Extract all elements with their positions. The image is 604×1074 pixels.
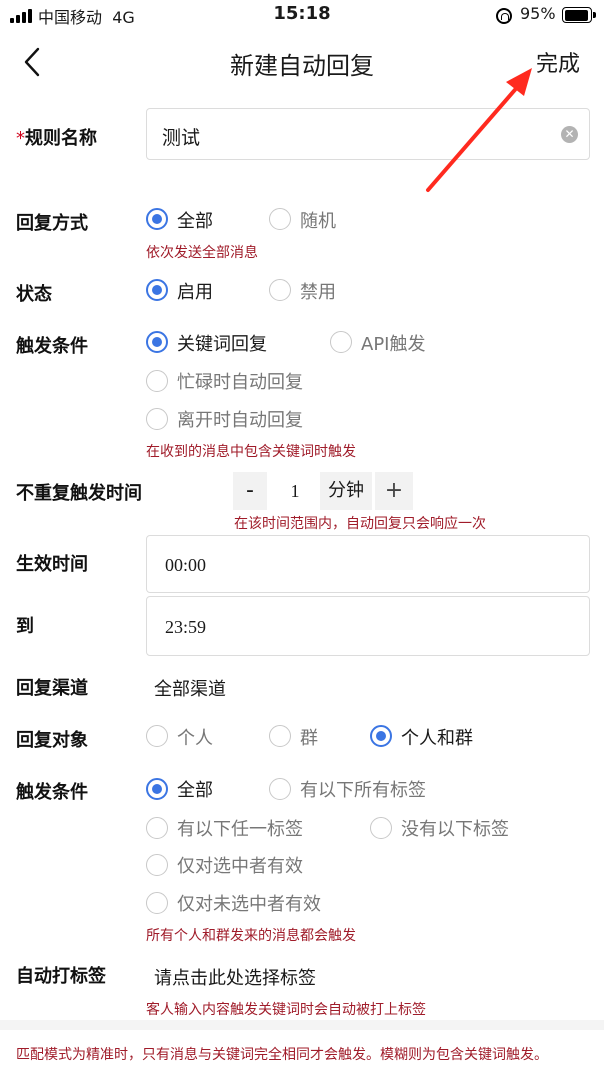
rotation-lock-icon [496, 8, 512, 24]
status-disabled-radio[interactable] [269, 279, 291, 301]
reply-mode-hint: 依次发送全部消息 [146, 245, 258, 261]
reply-mode-random-label[interactable]: 随机 [300, 207, 336, 233]
status-enabled-label[interactable]: 启用 [177, 278, 213, 304]
tag-has-all-radio[interactable] [269, 778, 291, 800]
reply-mode-random-radio[interactable] [269, 208, 291, 230]
tag-has-any-radio[interactable] [146, 817, 168, 839]
reply-mode-all-label[interactable]: 全部 [177, 207, 213, 233]
trigger-api-radio[interactable] [330, 331, 352, 353]
tag-condition-hint: 所有个人和群发来的消息都会触发 [146, 928, 356, 944]
effective-time-label: 生效时间 [16, 554, 88, 575]
rule-name-label: *规则名称 [16, 124, 97, 150]
to-label: 到 [16, 616, 34, 637]
auto-tag-hint: 客人输入内容触发关键词时会自动被打上标签 [146, 1002, 426, 1018]
minus-button[interactable]: - [233, 472, 267, 510]
tag-all-radio[interactable] [146, 778, 168, 800]
tag-unselected-only-label[interactable]: 仅对未选中者有效 [177, 890, 321, 916]
clear-icon[interactable]: ✕ [561, 126, 578, 143]
page-title: 新建自动回复 [230, 52, 374, 80]
done-button[interactable]: 完成 [536, 46, 580, 78]
tag-selected-only-label[interactable]: 仅对选中者有效 [177, 852, 303, 878]
end-time-value: 23:59 [165, 617, 207, 637]
plus-button[interactable]: + [375, 472, 413, 510]
reply-mode-all-radio[interactable] [146, 208, 168, 230]
required-mark: * [16, 128, 25, 149]
target-both-radio[interactable] [370, 725, 392, 747]
tag-selected-only-radio[interactable] [146, 854, 168, 876]
clock: 15:18 [273, 3, 331, 24]
footer-note: 匹配模式为精准时，只有消息与关键词完全相同才会触发。模糊则为包含关键词触发。 [16, 1047, 548, 1063]
target-group-label[interactable]: 群 [300, 724, 318, 750]
rule-name-input[interactable]: 测试 ✕ [146, 108, 590, 160]
auto-tag-label: 自动打标签 [16, 966, 106, 987]
channel-label: 回复渠道 [16, 678, 88, 699]
tag-has-any-label[interactable]: 有以下任一标签 [177, 815, 303, 841]
trigger-busy-label[interactable]: 忙碌时自动回复 [177, 368, 303, 394]
auto-tag-selector[interactable]: 请点击此处选择标签 [154, 964, 316, 990]
no-repeat-label: 不重复触发时间 [16, 483, 142, 504]
trigger-keyword-radio[interactable] [146, 331, 168, 353]
status-enabled-radio[interactable] [146, 279, 168, 301]
reply-mode-label: 回复方式 [16, 213, 88, 234]
section-divider [0, 1020, 604, 1030]
no-repeat-hint: 在该时间范围内，自动回复只会响应一次 [234, 516, 486, 532]
status-bar: 中国移动 4G 15:18 95% [0, 0, 604, 32]
channel-value[interactable]: 全部渠道 [154, 675, 226, 701]
tag-unselected-only-radio[interactable] [146, 892, 168, 914]
trigger-keyword-label[interactable]: 关键词回复 [177, 330, 267, 356]
start-time-value: 00:00 [165, 555, 207, 575]
status-disabled-label[interactable]: 禁用 [300, 278, 336, 304]
tag-condition-label: 触发条件 [16, 782, 88, 803]
tag-has-none-label[interactable]: 没有以下标签 [401, 815, 509, 841]
rule-name-value: 测试 [162, 127, 201, 149]
target-group-radio[interactable] [269, 725, 291, 747]
no-repeat-unit[interactable]: 分钟 [320, 472, 372, 510]
target-person-radio[interactable] [146, 725, 168, 747]
trigger-api-label[interactable]: API触发 [361, 330, 425, 356]
trigger-busy-radio[interactable] [146, 370, 168, 392]
rule-name-label-text: 规则名称 [25, 128, 97, 149]
status-label: 状态 [16, 284, 52, 305]
target-label: 回复对象 [16, 730, 88, 751]
end-time-input[interactable]: 23:59 [146, 596, 590, 656]
battery-icon [562, 7, 596, 23]
target-both-label[interactable]: 个人和群 [401, 724, 473, 750]
start-time-input[interactable]: 00:00 [146, 535, 590, 593]
target-person-label[interactable]: 个人 [177, 724, 213, 750]
battery-percent: 95% [520, 4, 556, 23]
trigger-away-radio[interactable] [146, 408, 168, 430]
tag-all-label[interactable]: 全部 [177, 776, 213, 802]
trigger-label: 触发条件 [16, 336, 88, 357]
trigger-away-label[interactable]: 离开时自动回复 [177, 406, 303, 432]
tag-has-all-label[interactable]: 有以下所有标签 [300, 776, 426, 802]
tag-has-none-radio[interactable] [370, 817, 392, 839]
no-repeat-value[interactable]: 1 [270, 472, 320, 510]
trigger-hint: 在收到的消息中包含关键词时触发 [146, 444, 356, 460]
